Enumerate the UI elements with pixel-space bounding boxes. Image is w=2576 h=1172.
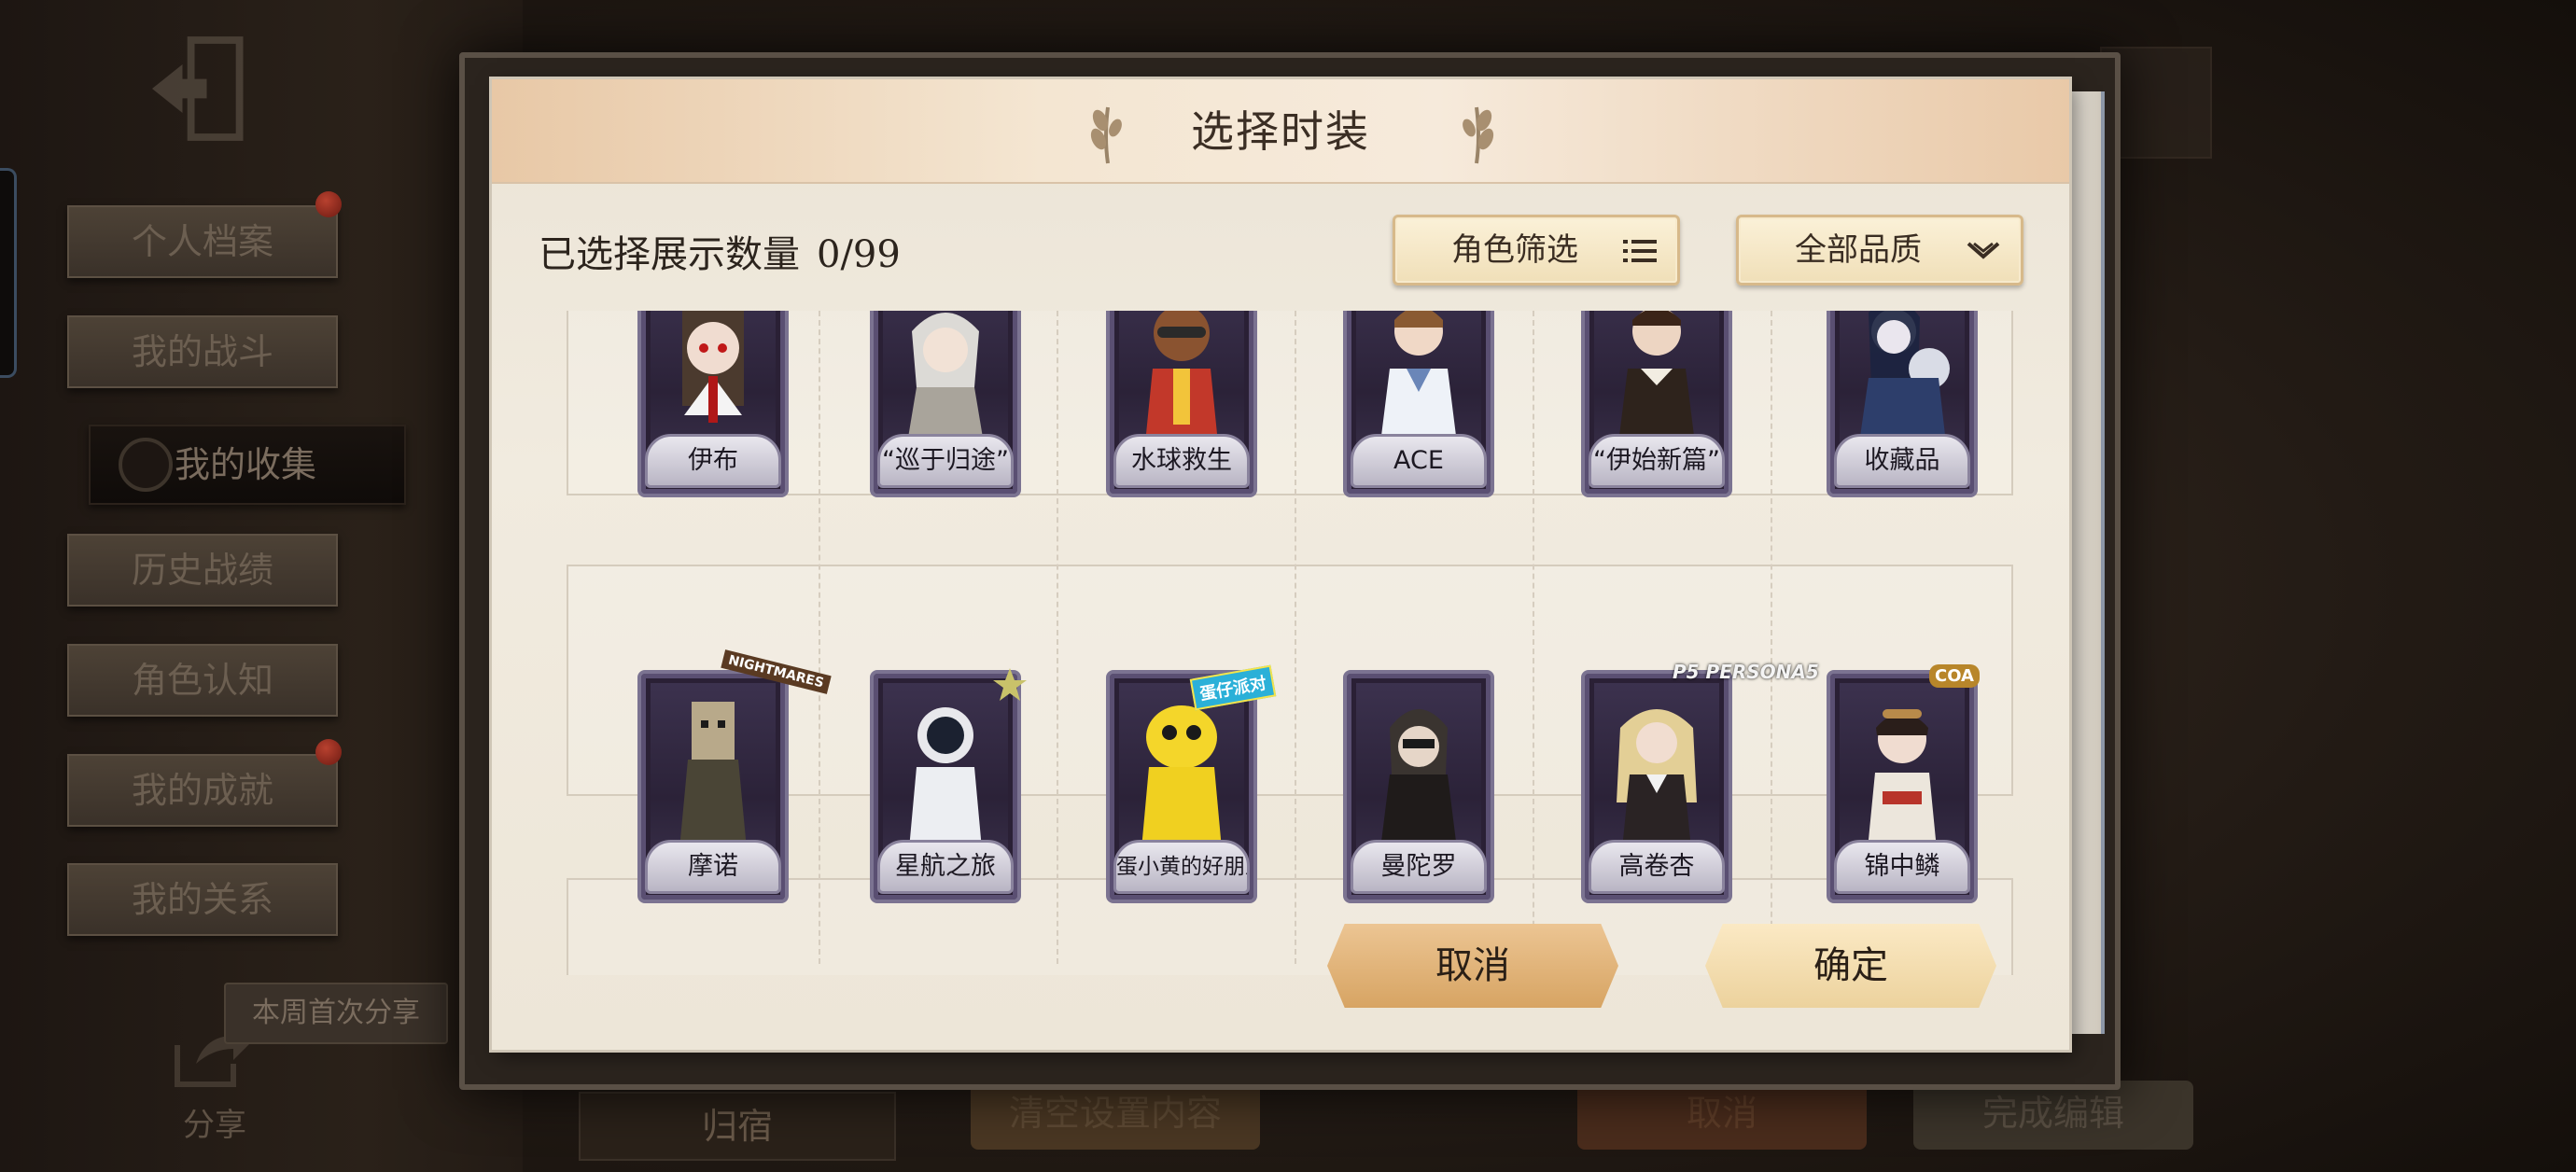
character-portrait (1859, 311, 1950, 443)
costume-card[interactable]: ACE (1343, 311, 1494, 497)
character-portrait (1141, 705, 1222, 849)
finish-editing-button: 完成编辑 (1913, 1081, 2193, 1150)
exit-icon[interactable] (140, 28, 261, 149)
column-divider (1533, 311, 1534, 964)
column-divider (1057, 311, 1058, 964)
costume-card[interactable]: 星航之旅 (870, 668, 1027, 903)
sidebar-item-collection[interactable]: 我的收集 (89, 425, 406, 505)
home-tab: 归宿 (579, 1092, 896, 1161)
sidebar-item-character-knowledge[interactable]: 角色认知 (67, 644, 338, 717)
costume-card[interactable]: 收藏品 (1827, 311, 1978, 497)
sidebar-item-battles[interactable]: 我的战斗 (67, 315, 338, 388)
costume-card[interactable]: 水球救生 (1106, 311, 1257, 497)
sidebar-item-history[interactable]: 历史战绩 (67, 534, 338, 607)
role-filter-button[interactable]: 角色筛选 (1393, 215, 1680, 286)
character-portrait (1145, 311, 1218, 443)
quality-filter-dropdown[interactable]: 全部品质 (1736, 215, 2023, 286)
quality-filter-label: 全部品质 (1795, 231, 1922, 269)
cancel-button[interactable]: 取消 (1327, 924, 1618, 1008)
costume-name: 水球救生 (1113, 434, 1250, 488)
costume-card[interactable]: 蛋小黄的好朋友 蛋仔派对 (1106, 664, 1277, 903)
collection-emblem-icon (119, 438, 173, 492)
costume-name: 蛋小黄的好朋友 (1113, 840, 1250, 894)
costume-name: 高卷杏 (1589, 840, 1725, 894)
notification-dot (315, 739, 342, 765)
character-portrait (1868, 709, 1937, 849)
background-cancel-button: 取消 (1577, 1081, 1867, 1150)
costume-name: 伊布 (645, 434, 781, 488)
costume-card[interactable]: “伊始新篇” (1581, 311, 1732, 497)
share-tooltip: 本周首次分享 (224, 983, 448, 1044)
share-label[interactable]: 分享 (177, 1099, 252, 1145)
costume-name: ACE (1351, 434, 1487, 488)
costume-card[interactable]: 摩诺 NIGHTMARES (637, 649, 832, 903)
character-portrait (1618, 311, 1695, 443)
chevron-down-icon (1967, 242, 2000, 259)
collab-badge: P5 PERSONA5 (1673, 661, 1819, 683)
character-portrait (909, 707, 982, 849)
character-portrait (679, 702, 747, 849)
costume-name: 摩诺 (645, 840, 781, 894)
sidebar-item-profile[interactable]: 个人档案 (67, 205, 338, 278)
costume-name: “巡于归途” (877, 434, 1014, 488)
role-filter-label: 角色筛选 (1451, 231, 1578, 269)
clear-settings-button: 清空设置内容 (971, 1081, 1260, 1150)
costume-card[interactable]: 高卷杏 P5 PERSONA5 (1581, 661, 1819, 903)
costume-name: 收藏品 (1834, 434, 1970, 488)
character-portrait (907, 313, 984, 443)
left-edge-tab (0, 168, 17, 378)
character-portrait (1380, 709, 1457, 849)
selected-count-value: 0/99 (817, 233, 901, 276)
costume-select-dialog: 选择时装 已选择展示数量 0/99 角色筛选 全部品质 伊布 “巡于归途” 水球… (492, 79, 2069, 1050)
sidebar-item-achievements[interactable]: 我的成就 (67, 754, 338, 827)
costume-name: 曼陀罗 (1351, 840, 1487, 894)
costume-grid: 伊布 “巡于归途” 水球救生 ACE “伊始新篇” 收藏品 摩诺 NIGHTMA… (548, 311, 2032, 975)
selected-count-text: 已选择展示数量 (539, 233, 800, 276)
wheat-ornament-icon (1463, 106, 1494, 164)
costume-name: “伊始新篇” (1589, 434, 1725, 488)
column-divider (819, 311, 820, 964)
costume-name: 星航之旅 (877, 840, 1014, 894)
dialog-title: 选择时装 (1191, 106, 1370, 157)
column-divider (1295, 311, 1296, 964)
selected-count-label: 已选择展示数量 0/99 (539, 224, 901, 278)
character-portrait (1617, 709, 1697, 849)
confirm-button[interactable]: 确定 (1705, 924, 1996, 1008)
costume-card[interactable]: 曼陀罗 (1343, 670, 1494, 903)
collab-badge: COA (1929, 664, 1980, 688)
sidebar-item-relations[interactable]: 我的关系 (67, 863, 338, 936)
column-divider (1771, 311, 1772, 964)
costume-card[interactable]: 伊布 (637, 311, 789, 497)
costume-card[interactable]: “巡于归途” (870, 311, 1021, 497)
star-badge-icon (993, 668, 1027, 701)
notification-dot (315, 191, 342, 217)
costume-card[interactable]: 锦中鳞 COA (1827, 664, 1980, 903)
list-icon (1623, 240, 1657, 262)
costume-name: 锦中鳞 (1834, 840, 1970, 894)
sidebar-item-label: 我的收集 (175, 444, 317, 485)
character-portrait (682, 311, 744, 423)
character-portrait (1380, 311, 1457, 443)
